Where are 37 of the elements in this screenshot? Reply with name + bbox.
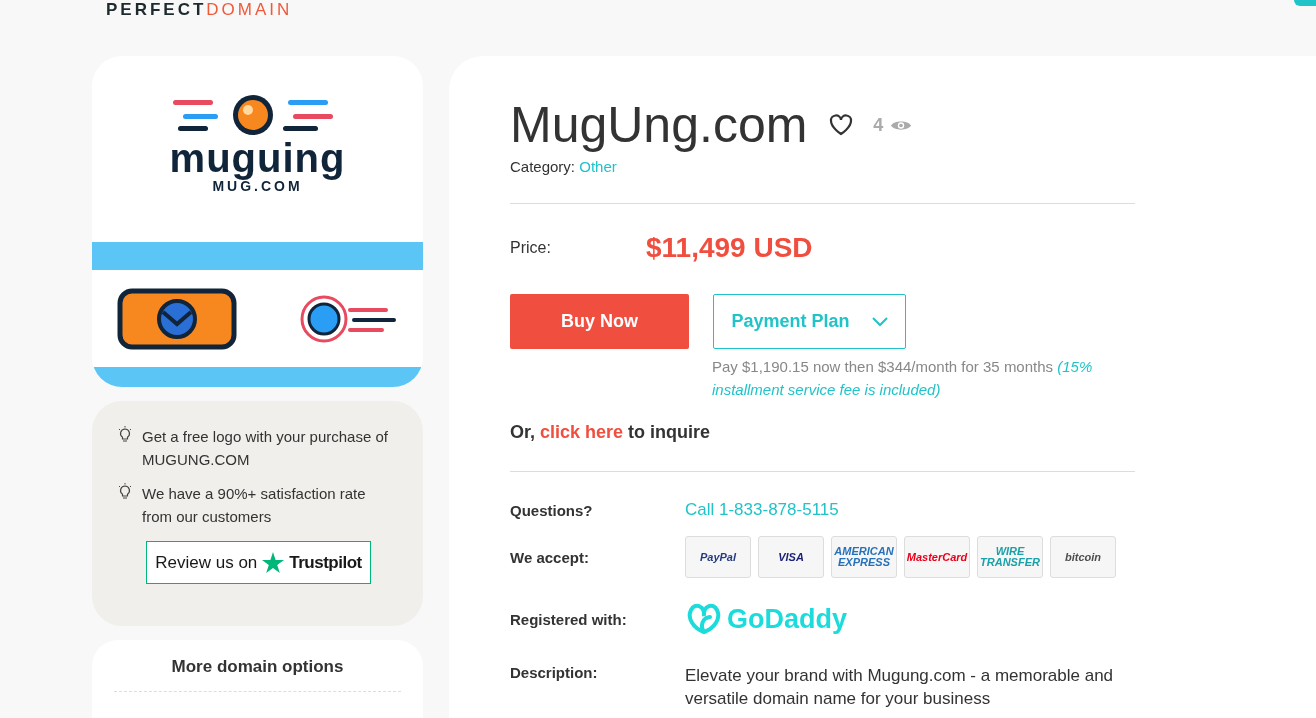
detail-label: Description: [510, 664, 599, 681]
more-options-title: More domain options [170, 657, 345, 677]
heart-icon[interactable] [829, 114, 854, 136]
eye-icon [891, 118, 912, 132]
phone-link[interactable]: Call 1-833-878-5115 [685, 500, 839, 520]
payment-plan-dropdown[interactable]: Payment Plan [713, 294, 906, 349]
detail-label: We accept: [510, 548, 590, 566]
domain-name: MugUng.com [510, 96, 808, 155]
lightbulb-icon [118, 483, 132, 500]
registrar-name: GoDaddy [727, 603, 847, 635]
trustpilot-review-button[interactable]: Review us on Trustpilot [146, 541, 371, 584]
detail-label: Registered with: [510, 610, 628, 628]
payment-method-logo: MasterCard [904, 536, 970, 578]
price-label: Price: [510, 239, 552, 257]
lightbulb-icon [118, 426, 132, 443]
inquire-text: Or, click here to inquire [510, 422, 712, 443]
view-count: 4 [873, 114, 884, 136]
perk-text: Get a free logo with your purchase of MUGUNG.COM [142, 427, 389, 470]
payment-method-logo: AMERICAN EXPRESS [831, 536, 897, 578]
payment-method-logo: VISA [758, 536, 824, 578]
category-link[interactable]: Other [579, 158, 617, 175]
perk-text: We have a 90%+ satisfaction rate from our customers [142, 484, 367, 527]
description-text: Elevate your brand with Mugung.com - a memorable and versatile domain name for your business [685, 665, 1115, 710]
detail-label: Questions? [510, 501, 594, 519]
registrar-logo-icon [685, 602, 723, 636]
chevron-icon [871, 316, 888, 327]
buy-now-button[interactable]: Buy Now [510, 294, 689, 349]
installment-note: Pay $1,190.15 now then $344/month for 35 months (15% installment service fee is included) [712, 357, 1094, 400]
payment-method-logo: bitcoin [1050, 536, 1116, 578]
price-value: $11,499 USD [646, 232, 813, 264]
payment-method-logo: PayPal [685, 536, 751, 578]
category-label: Category: [510, 158, 576, 175]
brand-logo[interactable]: PERFECTDOMAIN [106, 0, 293, 20]
star-icon [262, 552, 285, 573]
logo-wordmark: muguing [169, 138, 346, 178]
payment-method-logo: WIRE TRANSFER [977, 536, 1043, 578]
inquire-link[interactable]: click here [540, 422, 624, 442]
